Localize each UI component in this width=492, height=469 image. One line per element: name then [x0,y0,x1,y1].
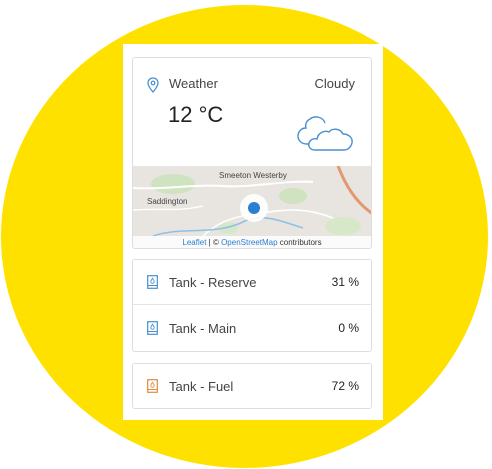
map-view[interactable]: Smeeton Westerby Saddington Leaflet | © … [133,166,371,248]
tank-level: 31 % [331,275,359,289]
weather-card[interactable]: Weather Cloudy 12 °C Smeeton Westerby Sa… [132,57,372,249]
fuel-tank-icon [147,379,158,393]
dashboard-panel: Weather Cloudy 12 °C Smeeton Westerby Sa… [123,44,383,420]
tank-level: 0 % [338,321,359,335]
map-label-smeeton: Smeeton Westerby [219,171,287,180]
tank-level: 72 % [331,379,359,393]
map-marker [248,202,260,214]
tank-icon [147,275,158,289]
tank-name: Tank - Fuel [169,379,234,394]
tank-row-reserve[interactable]: Tank - Reserve 31 % [133,260,371,304]
divider [133,304,371,305]
openstreetmap-link[interactable]: OpenStreetMap [221,238,277,247]
tank-name: Tank - Reserve [169,275,257,290]
map-attribution: Leaflet | © OpenStreetMap contributors [133,236,371,248]
weather-label: Weather [169,76,218,91]
tank-row-main[interactable]: Tank - Main 0 % [133,306,371,350]
tank-card-fuel[interactable]: Tank - Fuel 72 % [132,363,372,409]
tank-name: Tank - Main [169,321,237,336]
weather-temperature: 12 °C [168,102,224,127]
leaflet-link[interactable]: Leaflet [182,238,206,247]
cloud-icon [297,116,353,151]
attribution-separator: | © [206,238,222,247]
weather-condition: Cloudy [314,76,355,91]
map-label-saddington: Saddington [147,197,188,206]
weather-header: Weather Cloudy 12 °C [133,58,371,166]
tank-icon [147,321,158,335]
location-pin-icon [147,77,159,93]
attribution-suffix: contributors [277,238,322,247]
tanks-group-card: Tank - Reserve 31 % Tank - Main 0 % [132,259,372,352]
tank-row-fuel[interactable]: Tank - Fuel 72 % [133,364,371,408]
